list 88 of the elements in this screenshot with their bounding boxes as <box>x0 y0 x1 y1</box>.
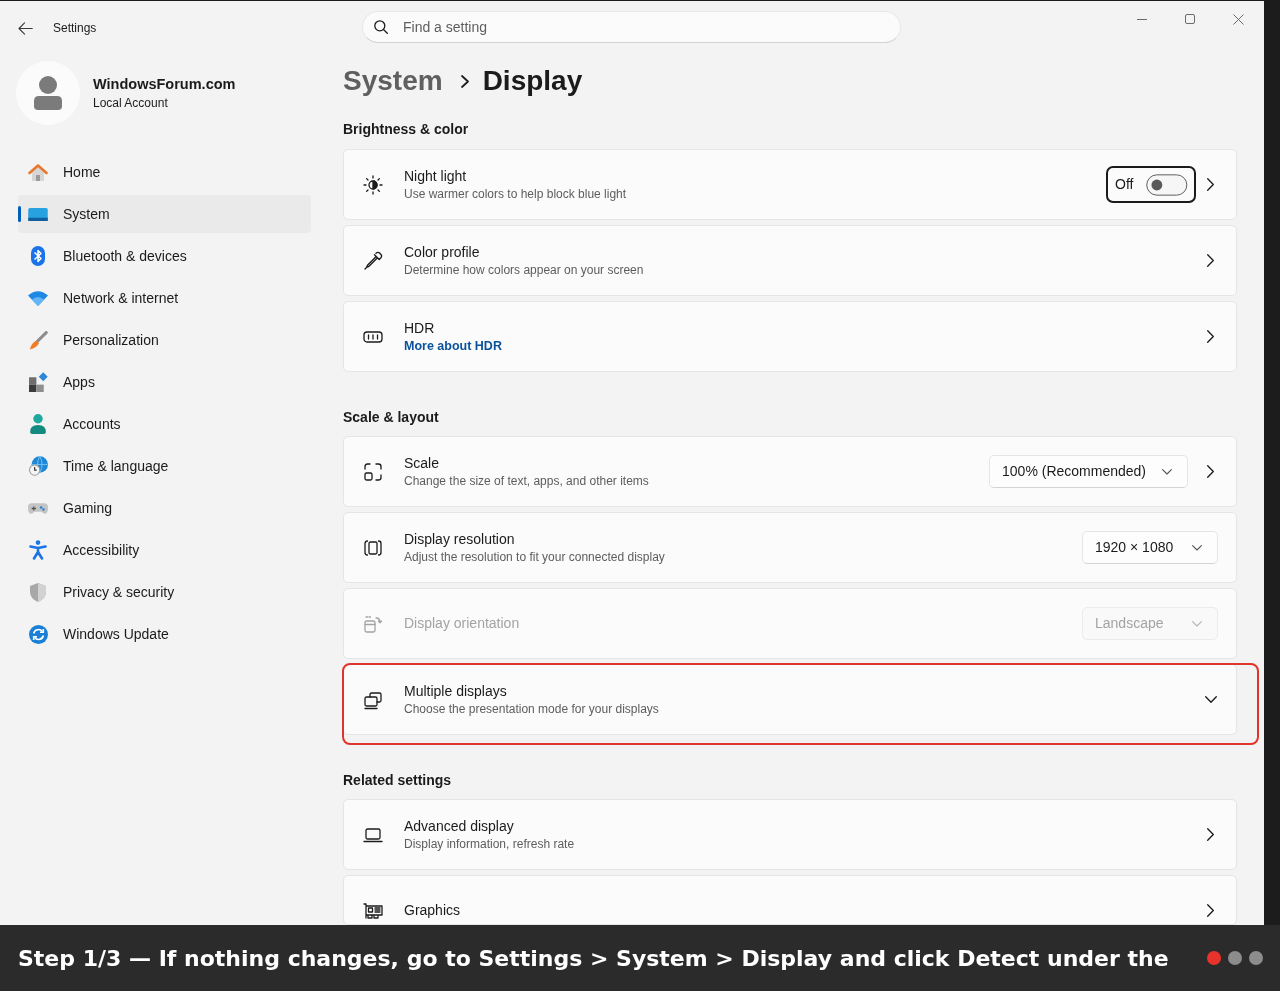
account-type: Local Account <box>93 94 169 112</box>
eyedropper-icon <box>363 250 383 271</box>
dropdown[interactable]: 100% (Recommended) <box>989 455 1188 488</box>
section-heading: Brightness & color <box>343 120 470 139</box>
setting-title: Display orientation <box>404 614 520 633</box>
sidebar-item[interactable]: Time & language <box>18 447 311 485</box>
more-info-link[interactable]: More about HDR <box>404 337 502 355</box>
paintbrush-icon <box>28 330 48 350</box>
avatar-icon <box>16 61 80 125</box>
person-icon <box>30 414 46 434</box>
setting-title: HDR <box>404 318 436 338</box>
chevron-right-icon <box>1207 254 1214 267</box>
sidebar-item[interactable]: Gaming <box>18 489 311 527</box>
caret-down-icon <box>1192 620 1202 627</box>
minimize-icon <box>1137 18 1147 20</box>
gamepad-icon <box>28 502 48 514</box>
sync-icon <box>28 624 48 644</box>
bracketed-screen-icon <box>363 537 383 558</box>
search-field[interactable]: Find a setting <box>362 11 901 43</box>
rotate-screen-icon <box>363 613 383 634</box>
settings-card[interactable]: Scale Change the size of text, apps, and other items 100% (Recommended) <box>343 436 1237 507</box>
bluetooth-icon <box>31 246 45 266</box>
settings-card[interactable]: Display resolution Adjust the resolution to fit your connected display 1920 × 1080 <box>343 512 1237 583</box>
graphics-card-icon <box>363 900 383 921</box>
sidebar-item[interactable]: Accounts <box>18 405 311 443</box>
settings-card[interactable]: Multiple displays Choose the presentation mode for your displays <box>343 664 1237 735</box>
wifi-icon <box>28 290 48 306</box>
page-title: Display <box>482 64 583 98</box>
setting-description: Adjust the resolution to fit your connected display <box>404 548 665 566</box>
setting-description: Determine how colors appear on your screen <box>404 261 644 279</box>
chevron-right-icon <box>460 74 469 88</box>
resize-frame-icon <box>363 461 383 482</box>
settings-card[interactable]: Color profile Determine how colors appear on your screen <box>343 225 1237 296</box>
sidebar-item[interactable]: Network & internet <box>18 279 311 317</box>
chevron-right-icon <box>1207 330 1214 343</box>
sidebar-item[interactable]: Bluetooth & devices <box>18 237 311 275</box>
setting-title: Night light <box>404 166 468 186</box>
apps-grid-icon <box>28 372 48 392</box>
toggle-switch[interactable]: Off <box>1106 166 1196 203</box>
back-arrow-icon <box>17 21 33 35</box>
selection-indicator <box>18 206 21 222</box>
sidebar-item[interactable]: System <box>18 195 311 233</box>
setting-title: Graphics <box>404 901 461 920</box>
search-icon <box>374 20 388 34</box>
sidebar-item[interactable]: Apps <box>18 363 311 401</box>
settings-card[interactable]: Night light Use warmer colors to help block blue light Off <box>343 149 1237 220</box>
setting-title: Display resolution <box>404 529 516 549</box>
close-icon <box>1232 13 1244 25</box>
setting-description: Choose the presentation mode for your displays <box>404 700 659 718</box>
caret-down-icon <box>1162 468 1172 475</box>
house-icon <box>28 163 48 181</box>
account-name: WindowsForum.com <box>93 74 236 94</box>
setting-title: Color profile <box>404 242 481 262</box>
switch-track-icon <box>1146 173 1188 196</box>
sidebar-item[interactable]: Accessibility <box>18 531 311 569</box>
chevron-right-icon <box>1207 828 1214 841</box>
sidebar-item[interactable]: Windows Update <box>18 615 311 653</box>
section-heading: Scale & layout <box>343 408 440 427</box>
chevron-right-icon <box>1207 465 1214 478</box>
setting-description: Display information, refresh rate <box>404 835 575 853</box>
chevron-down-icon <box>1205 696 1217 703</box>
settings-card[interactable]: HDR More about HDR <box>343 301 1237 372</box>
sidebar-item[interactable]: Home <box>18 153 311 191</box>
caret-down-icon <box>1192 544 1202 551</box>
app-title: Settings <box>53 20 97 37</box>
settings-card[interactable]: Graphics <box>343 875 1237 925</box>
caption-text: Step 1/3 — If nothing changes, go to Settings > System > Display and click Detect under the <box>18 944 1169 973</box>
setting-title: Advanced display <box>404 816 515 836</box>
chevron-right-icon <box>1207 904 1214 917</box>
globe-clock-icon <box>28 456 48 476</box>
accessibility-icon <box>29 540 47 560</box>
chevron-right-icon <box>1207 178 1214 191</box>
breadcrumb-parent[interactable]: System <box>343 60 443 102</box>
shield-icon <box>30 582 46 602</box>
settings-card[interactable]: Advanced display Display information, refresh rate <box>343 799 1237 870</box>
setting-description: Change the size of text, apps, and other items <box>404 472 649 490</box>
sidebar-item[interactable]: Privacy & security <box>18 573 311 611</box>
dropdown: Landscape <box>1082 607 1218 640</box>
maximize-icon <box>1185 14 1195 24</box>
sidebar-item[interactable]: Personalization <box>18 321 311 359</box>
dropdown[interactable]: 1920 × 1080 <box>1082 531 1218 564</box>
monitor-icon <box>28 207 48 221</box>
setting-description: Use warmer colors to help block blue light <box>404 185 627 203</box>
setting-title: Scale <box>404 453 441 473</box>
two-screens-icon <box>363 689 383 710</box>
sun-icon <box>363 174 383 195</box>
section-heading: Related settings <box>343 771 453 790</box>
setting-title: Multiple displays <box>404 681 508 701</box>
